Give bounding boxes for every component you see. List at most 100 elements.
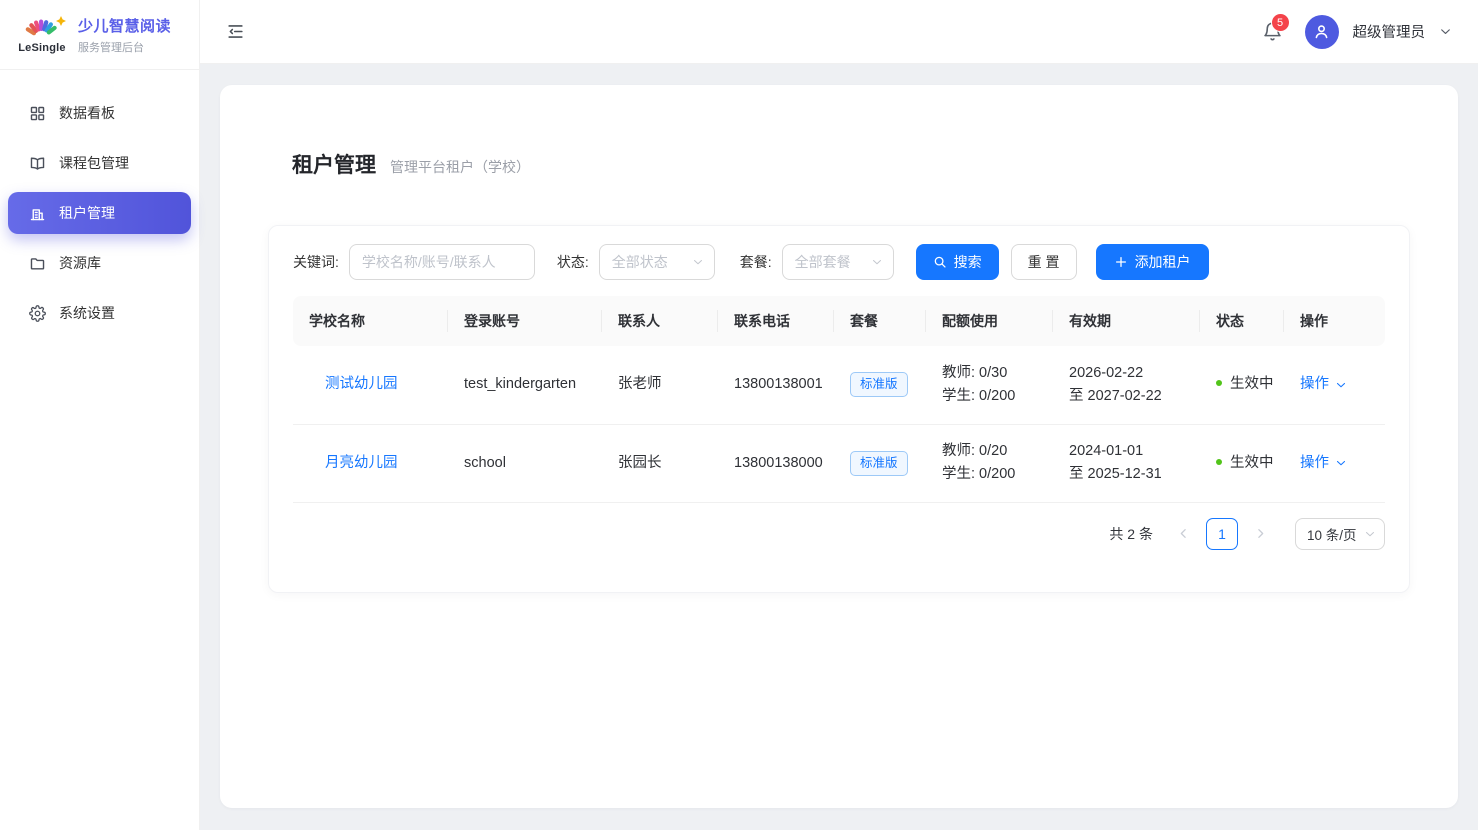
brand-subtitle: 服务管理后台 bbox=[78, 39, 171, 55]
sidebar-item-label: 课程包管理 bbox=[59, 153, 129, 173]
chevron-down-icon bbox=[1335, 457, 1347, 469]
sidebar-item-tenants[interactable]: 租户管理 bbox=[8, 192, 191, 234]
brand-block: LeSingle 少儿智慧阅读 服务管理后台 bbox=[0, 0, 199, 70]
sidebar-collapse-button[interactable] bbox=[226, 22, 245, 41]
building-icon bbox=[29, 205, 46, 222]
account-cell: test_kindergarten bbox=[448, 346, 602, 424]
chevron-left-icon bbox=[1177, 527, 1190, 540]
col-validity: 有效期 bbox=[1053, 296, 1200, 346]
user-icon bbox=[1312, 22, 1331, 41]
reset-button-label: 重 置 bbox=[1028, 252, 1060, 272]
page-title: 租户管理 bbox=[292, 149, 376, 179]
status-dot bbox=[1216, 380, 1222, 386]
page-size-select[interactable]: 10 条/页 bbox=[1295, 518, 1385, 550]
status-label: 状态: bbox=[557, 252, 589, 272]
gear-icon bbox=[29, 305, 46, 322]
action-label: 操作 bbox=[1300, 373, 1329, 396]
valid-to: 至 2025-12-31 bbox=[1069, 463, 1192, 486]
plan-badge: 标准版 bbox=[850, 372, 908, 397]
col-phone: 联系电话 bbox=[718, 296, 834, 346]
quota-cell: 教师: 0/30 学生: 0/200 bbox=[926, 346, 1053, 424]
filter-bar: 关键词: 状态: 全部状态 套餐: 全部套餐 bbox=[293, 244, 1385, 280]
user-name[interactable]: 超级管理员 bbox=[1353, 21, 1426, 42]
chevron-down-icon bbox=[692, 256, 704, 268]
sidebar: LeSingle 少儿智慧阅读 服务管理后台 数据看板 课程包管理 bbox=[0, 0, 200, 830]
plan-label: 套餐: bbox=[740, 252, 772, 272]
prev-page-button[interactable] bbox=[1175, 527, 1192, 540]
table-row: 月亮幼儿园 school 张园长 13800138000 标准版 教师: 0/2… bbox=[293, 424, 1385, 502]
lesingle-logo: LeSingle bbox=[16, 16, 68, 54]
add-tenant-button[interactable]: 添加租户 bbox=[1096, 244, 1209, 280]
page-size-value: 10 条/页 bbox=[1307, 524, 1357, 544]
page-subtitle: 管理平台租户（学校） bbox=[390, 157, 530, 177]
logo-fan-icon bbox=[16, 16, 68, 43]
book-icon bbox=[29, 155, 46, 172]
chevron-down-icon bbox=[1335, 379, 1347, 391]
sidebar-item-label: 资源库 bbox=[59, 253, 101, 273]
col-quota: 配额使用 bbox=[926, 296, 1053, 346]
notifications-button[interactable]: 5 bbox=[1262, 21, 1283, 42]
valid-to: 至 2027-02-22 bbox=[1069, 385, 1192, 408]
col-school: 学校名称 bbox=[293, 296, 448, 346]
plus-icon bbox=[1114, 255, 1128, 269]
plan-badge: 标准版 bbox=[850, 451, 908, 476]
tenant-table: 学校名称 登录账号 联系人 联系电话 套餐 配额使用 有效期 状态 操作 bbox=[293, 296, 1385, 503]
plan-select-value: 全部套餐 bbox=[795, 252, 851, 272]
search-icon bbox=[933, 255, 947, 269]
school-link[interactable]: 月亮幼儿园 bbox=[325, 455, 398, 471]
page-number-button[interactable]: 1 bbox=[1206, 518, 1238, 550]
status-dot bbox=[1216, 459, 1222, 465]
contact-cell: 张园长 bbox=[602, 424, 718, 502]
chevron-down-icon bbox=[871, 256, 883, 268]
validity-cell: 2026-02-22 至 2027-02-22 bbox=[1053, 346, 1200, 424]
sidebar-item-label: 系统设置 bbox=[59, 303, 115, 323]
status-badge: 生效中 bbox=[1230, 376, 1274, 392]
table-header-row: 学校名称 登录账号 联系人 联系电话 套餐 配额使用 有效期 状态 操作 bbox=[293, 296, 1385, 346]
status-select[interactable]: 全部状态 bbox=[599, 244, 715, 280]
col-account: 登录账号 bbox=[448, 296, 602, 346]
col-status: 状态 bbox=[1200, 296, 1284, 346]
dashboard-icon bbox=[29, 105, 46, 122]
sidebar-item-label: 租户管理 bbox=[59, 203, 115, 223]
sidebar-item-settings[interactable]: 系统设置 bbox=[8, 292, 191, 334]
add-tenant-button-label: 添加租户 bbox=[1135, 252, 1191, 272]
col-action: 操作 bbox=[1284, 296, 1385, 346]
sidebar-item-course-packages[interactable]: 课程包管理 bbox=[8, 142, 191, 184]
tenant-panel: 关键词: 状态: 全部状态 套餐: 全部套餐 bbox=[268, 225, 1410, 593]
quota-student: 学生: 0/200 bbox=[942, 463, 1045, 486]
row-actions-dropdown[interactable]: 操作 bbox=[1300, 452, 1347, 475]
contact-cell: 张老师 bbox=[602, 346, 718, 424]
validity-cell: 2024-01-01 至 2025-12-31 bbox=[1053, 424, 1200, 502]
plan-select[interactable]: 全部套餐 bbox=[782, 244, 894, 280]
table-row: 测试幼儿园 test_kindergarten 张老师 13800138001 … bbox=[293, 346, 1385, 424]
account-cell: school bbox=[448, 424, 602, 502]
valid-from: 2024-01-01 bbox=[1069, 440, 1192, 463]
phone-cell: 13800138001 bbox=[718, 346, 834, 424]
sidebar-item-dashboard[interactable]: 数据看板 bbox=[8, 92, 191, 134]
status-select-value: 全部状态 bbox=[612, 252, 668, 272]
col-plan: 套餐 bbox=[834, 296, 926, 346]
status-cell: 生效中 bbox=[1200, 424, 1284, 502]
next-page-button[interactable] bbox=[1252, 527, 1269, 540]
tenant-management-card: 租户管理 管理平台租户（学校） 关键词: 状态: 全部状态 套餐: bbox=[220, 85, 1458, 808]
status-cell: 生效中 bbox=[1200, 346, 1284, 424]
quota-teacher: 教师: 0/30 bbox=[942, 362, 1045, 385]
brand-title: 少儿智慧阅读 bbox=[78, 15, 171, 36]
chevron-down-icon[interactable] bbox=[1439, 25, 1452, 38]
search-button[interactable]: 搜索 bbox=[916, 244, 999, 280]
sidebar-menu: 数据看板 课程包管理 租户管理 bbox=[0, 70, 199, 334]
keyword-input[interactable] bbox=[349, 244, 535, 280]
logo-wordmark: LeSingle bbox=[18, 42, 65, 54]
reset-button[interactable]: 重 置 bbox=[1011, 244, 1077, 280]
sidebar-item-label: 数据看板 bbox=[59, 103, 115, 123]
avatar[interactable] bbox=[1305, 15, 1339, 49]
school-link[interactable]: 测试幼儿园 bbox=[325, 376, 398, 392]
row-actions-dropdown[interactable]: 操作 bbox=[1300, 373, 1347, 396]
quota-cell: 教师: 0/20 学生: 0/200 bbox=[926, 424, 1053, 502]
sidebar-item-resources[interactable]: 资源库 bbox=[8, 242, 191, 284]
action-label: 操作 bbox=[1300, 452, 1329, 475]
quota-student: 学生: 0/200 bbox=[942, 385, 1045, 408]
valid-from: 2026-02-22 bbox=[1069, 362, 1192, 385]
chevron-down-icon bbox=[1364, 528, 1376, 540]
menu-fold-icon bbox=[226, 22, 245, 41]
